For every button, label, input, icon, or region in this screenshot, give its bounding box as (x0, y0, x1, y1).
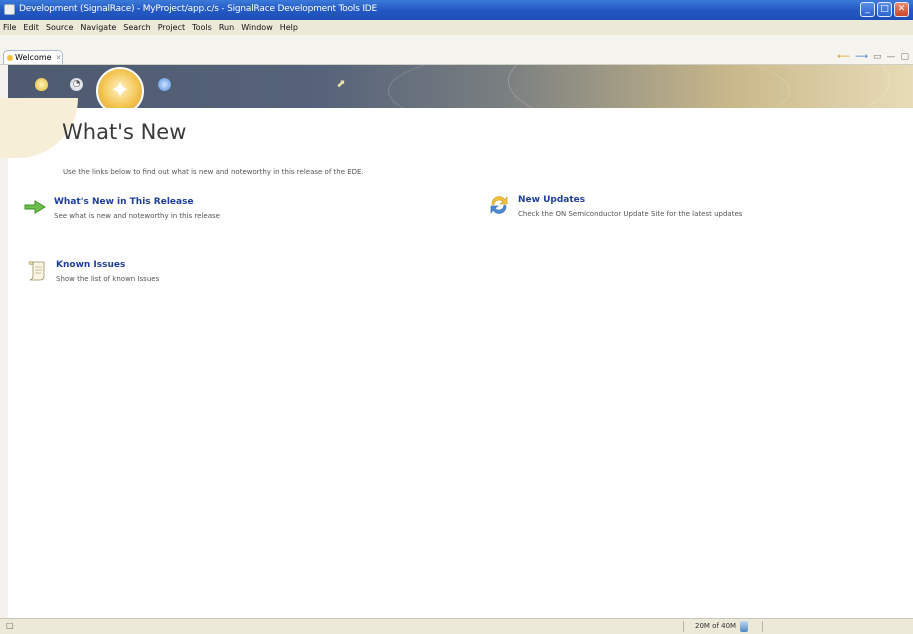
tab-welcome-label: Welcome (15, 53, 52, 62)
menu-navigate[interactable]: Navigate (80, 23, 116, 32)
restore-icon[interactable]: ▭ (873, 52, 882, 62)
status-bar: □ 20M of 40M (0, 618, 913, 634)
status-divider (683, 621, 684, 632)
overview-icon[interactable] (35, 78, 48, 91)
fast-view-icon[interactable]: □ (6, 621, 14, 630)
link-new-updates[interactable]: New Updates Check the ON Semiconductor U… (488, 194, 818, 226)
tutorials-icon[interactable]: ◔ (70, 78, 83, 91)
link-whats-new-release[interactable]: What's New in This Release See what is n… (24, 196, 354, 228)
link-description: Check the ON Semiconductor Update Site f… (518, 210, 743, 218)
link-title[interactable]: New Updates (518, 195, 585, 205)
banner-decoration (508, 65, 890, 108)
link-known-issues[interactable]: Known Issues Show the list of known Issu… (26, 259, 356, 291)
welcome-icon (7, 54, 13, 61)
intro-text: Use the links below to find out what is … (63, 168, 364, 176)
welcome-content: What's New Use the links below to find o… (0, 98, 913, 618)
menu-tools[interactable]: Tools (192, 23, 212, 32)
menu-window[interactable]: Window (241, 23, 273, 32)
view-toolbar: ⟵ ⟶ ▭ — ▢ (837, 52, 909, 62)
menu-run[interactable]: Run (219, 23, 234, 32)
close-button[interactable]: ✕ (894, 2, 909, 17)
page-title: What's New (62, 120, 187, 144)
tab-welcome[interactable]: Welcome ✕ (3, 50, 63, 64)
link-title[interactable]: What's New in This Release (54, 197, 194, 207)
menu-source[interactable]: Source (46, 23, 73, 32)
garbage-collect-icon[interactable] (740, 621, 748, 632)
scroll-document-icon (26, 259, 50, 281)
link-description: See what is new and noteworthy in this r… (54, 212, 220, 220)
close-icon[interactable]: ✕ (56, 54, 62, 62)
samples-icon[interactable] (158, 78, 171, 91)
window-title: Development (SignalRace) - MyProject/app… (19, 4, 378, 14)
welcome-banner: ◔ ⬈ (8, 65, 913, 108)
maximize-view-icon[interactable]: ▢ (900, 52, 909, 62)
maximize-button[interactable]: □ (877, 2, 892, 17)
menu-edit[interactable]: Edit (23, 23, 39, 32)
back-icon[interactable]: ⟵ (837, 52, 850, 62)
view-tab-bar: Welcome ✕ ⟵ ⟶ ▭ — ▢ (0, 35, 913, 65)
menu-bar: File Edit Source Navigate Search Project… (0, 20, 913, 35)
menu-help[interactable]: Help (280, 23, 298, 32)
minimize-view-icon[interactable]: — (886, 52, 895, 62)
update-arrows-icon (488, 194, 512, 216)
workbench-icon[interactable]: ⬈ (333, 77, 349, 91)
link-title[interactable]: Known Issues (56, 260, 125, 270)
whats-new-star-icon: ✦ (109, 76, 131, 104)
heap-status: 20M of 40M (695, 622, 737, 630)
status-divider (762, 621, 763, 632)
menu-search[interactable]: Search (123, 23, 150, 32)
ide-window: Development (SignalRace) - MyProject/app… (0, 0, 913, 634)
app-icon (4, 4, 15, 15)
menu-file[interactable]: File (3, 23, 16, 32)
menu-project[interactable]: Project (158, 23, 185, 32)
minimize-button[interactable]: _ (860, 2, 875, 17)
title-bar[interactable]: Development (SignalRace) - MyProject/app… (0, 0, 913, 20)
link-description: Show the list of known Issues (56, 275, 160, 283)
forward-icon[interactable]: ⟶ (855, 52, 868, 62)
window-controls: _ □ ✕ (860, 2, 909, 17)
green-arrow-icon (24, 200, 46, 214)
